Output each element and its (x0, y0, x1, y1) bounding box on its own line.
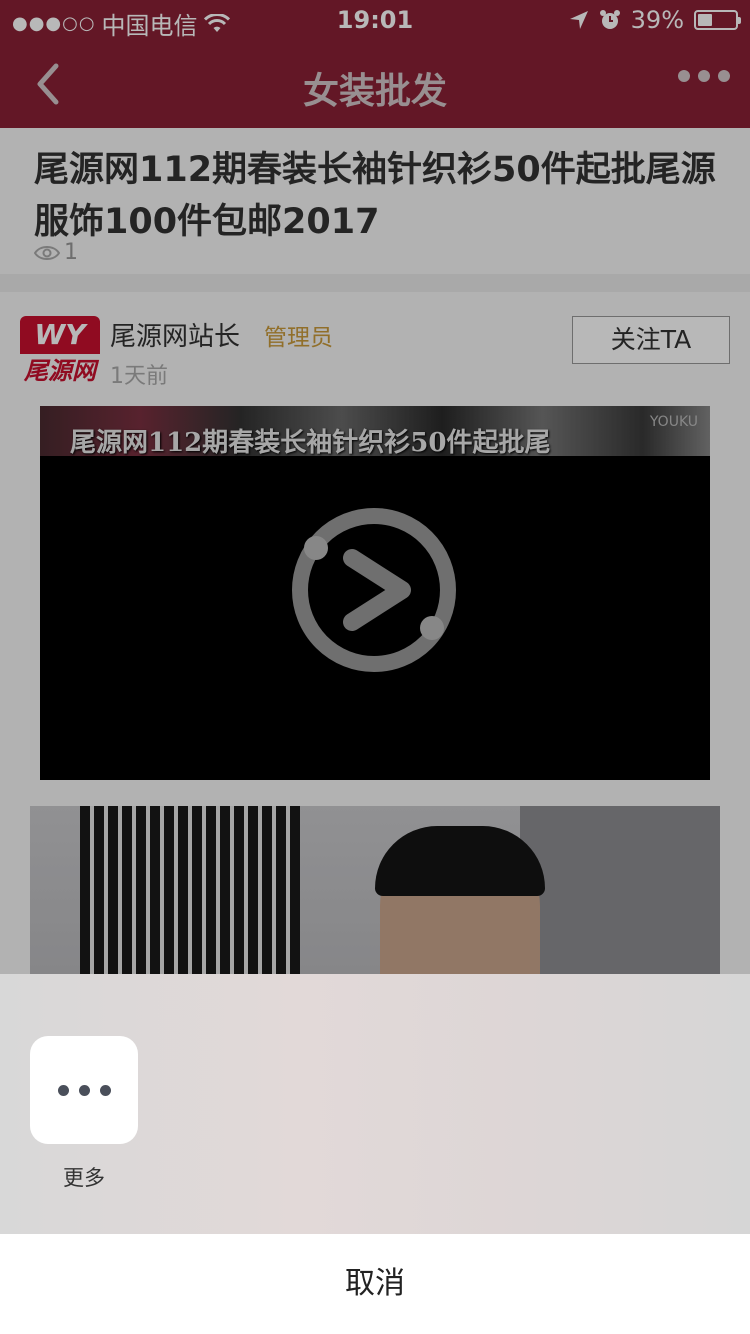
share-sheet: 更多 (0, 974, 750, 1234)
cancel-button[interactable]: 取消 (0, 1234, 750, 1334)
share-item-more[interactable]: 更多 (30, 1036, 138, 1192)
overlay-dim[interactable] (0, 0, 750, 974)
share-item-label: 更多 (63, 1166, 105, 1190)
more-dots-icon (30, 1036, 138, 1144)
